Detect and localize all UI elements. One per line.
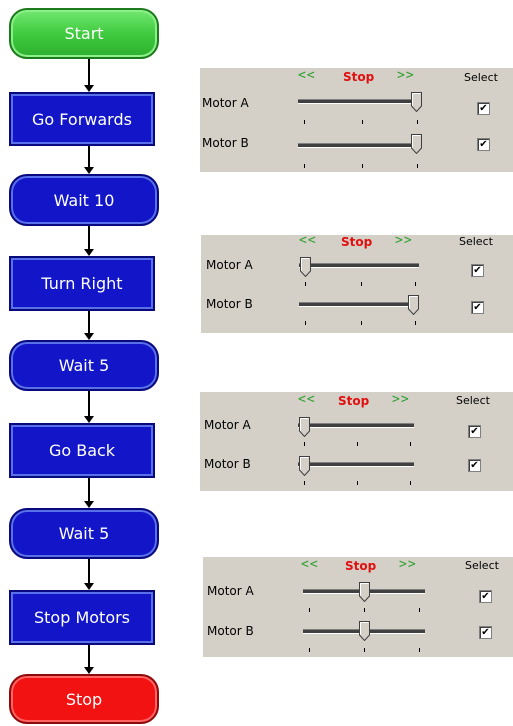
- select-label: Select: [464, 71, 498, 84]
- wait-5-label: Wait 5: [58, 524, 110, 543]
- start-node[interactable]: Start: [9, 8, 159, 59]
- motor-a-label: Motor A: [204, 418, 251, 432]
- turn-right-node[interactable]: Turn Right: [9, 256, 155, 311]
- down-arrow-icon: [82, 391, 96, 423]
- slider-thumb-icon[interactable]: [299, 417, 310, 437]
- select-label: Select: [456, 394, 490, 407]
- select-label: Select: [465, 559, 499, 572]
- forward-arrows[interactable]: >>: [399, 557, 417, 572]
- wait-5-node[interactable]: Wait 5: [9, 508, 159, 559]
- down-arrow-icon: [82, 559, 96, 590]
- turn-right-label: Turn Right: [41, 274, 123, 293]
- reverse-arrows[interactable]: <<: [298, 392, 316, 407]
- forward-arrows[interactable]: >>: [395, 233, 413, 248]
- down-arrow-icon: [82, 311, 96, 340]
- down-arrow-icon: [82, 645, 96, 674]
- select-label: Select: [459, 235, 493, 248]
- slider-thumb-icon[interactable]: [359, 621, 370, 641]
- stop-node-label: Stop: [65, 689, 103, 709]
- go-back-node[interactable]: Go Back: [9, 423, 155, 478]
- down-arrow-icon: [82, 226, 96, 256]
- slider-thumb-icon[interactable]: [411, 92, 422, 112]
- motor-panel-2: << Stop >> Select Motor A ✔ Motor B ✔: [201, 233, 513, 333]
- wait-10-label: Wait 10: [53, 190, 115, 210]
- stop-motors-node[interactable]: Stop Motors: [9, 590, 155, 645]
- reverse-arrows[interactable]: <<: [298, 68, 316, 83]
- wait-10-node[interactable]: Wait 10: [9, 174, 159, 226]
- motor-b-select-checkbox[interactable]: ✔: [479, 626, 492, 639]
- motor-a-select-checkbox[interactable]: ✔: [468, 425, 481, 438]
- forward-arrows[interactable]: >>: [392, 392, 410, 407]
- motor-panel-4: << Stop >> Select Motor A ✔ Motor B ✔: [203, 557, 513, 657]
- motor-panel-3: << Stop >> Select Motor A ✔ Motor B ✔: [200, 392, 513, 491]
- down-arrow-icon: [82, 146, 96, 174]
- motor-a-select-checkbox[interactable]: ✔: [471, 264, 484, 277]
- stop-button[interactable]: Stop: [341, 235, 372, 249]
- motor-b-select-checkbox[interactable]: ✔: [468, 459, 481, 472]
- motor-b-label: Motor B: [202, 136, 249, 150]
- down-arrow-icon: [82, 59, 96, 92]
- motor-b-label: Motor B: [206, 297, 253, 311]
- reverse-arrows[interactable]: <<: [299, 233, 317, 248]
- go-back-label: Go Back: [48, 441, 116, 460]
- reverse-arrows[interactable]: <<: [301, 557, 319, 572]
- start-node-label: Start: [64, 24, 104, 43]
- motor-b-label: Motor B: [207, 624, 254, 638]
- motor-b-label: Motor B: [204, 457, 251, 471]
- slider-thumb-icon[interactable]: [299, 456, 310, 476]
- wait-5-node[interactable]: Wait 5: [9, 340, 159, 391]
- stop-motors-label: Stop Motors: [33, 608, 131, 627]
- motor-panel-1: << Stop >> Select Motor A ✔ Motor B ✔: [200, 68, 513, 172]
- wait-5-label: Wait 5: [58, 356, 110, 375]
- motor-b-select-checkbox[interactable]: ✔: [477, 138, 490, 151]
- motor-a-select-checkbox[interactable]: ✔: [477, 102, 490, 115]
- forward-arrows[interactable]: >>: [397, 68, 415, 83]
- slider-thumb-icon[interactable]: [300, 257, 311, 277]
- slider-thumb-icon[interactable]: [408, 295, 419, 315]
- stop-button[interactable]: Stop: [338, 394, 369, 408]
- slider-thumb-icon[interactable]: [411, 134, 422, 154]
- down-arrow-icon: [82, 478, 96, 508]
- motor-b-select-checkbox[interactable]: ✔: [471, 301, 484, 314]
- motor-a-label: Motor A: [202, 96, 249, 110]
- stop-button[interactable]: Stop: [345, 559, 376, 573]
- go-forwards-label: Go Forwards: [32, 109, 132, 129]
- slider-thumb-icon[interactable]: [359, 582, 370, 602]
- motor-a-select-checkbox[interactable]: ✔: [479, 590, 492, 603]
- go-forwards-node[interactable]: Go Forwards: [9, 92, 155, 146]
- motor-a-label: Motor A: [207, 584, 254, 598]
- motor-a-label: Motor A: [206, 258, 253, 272]
- stop-node[interactable]: Stop: [9, 674, 159, 724]
- stop-button[interactable]: Stop: [343, 70, 374, 84]
